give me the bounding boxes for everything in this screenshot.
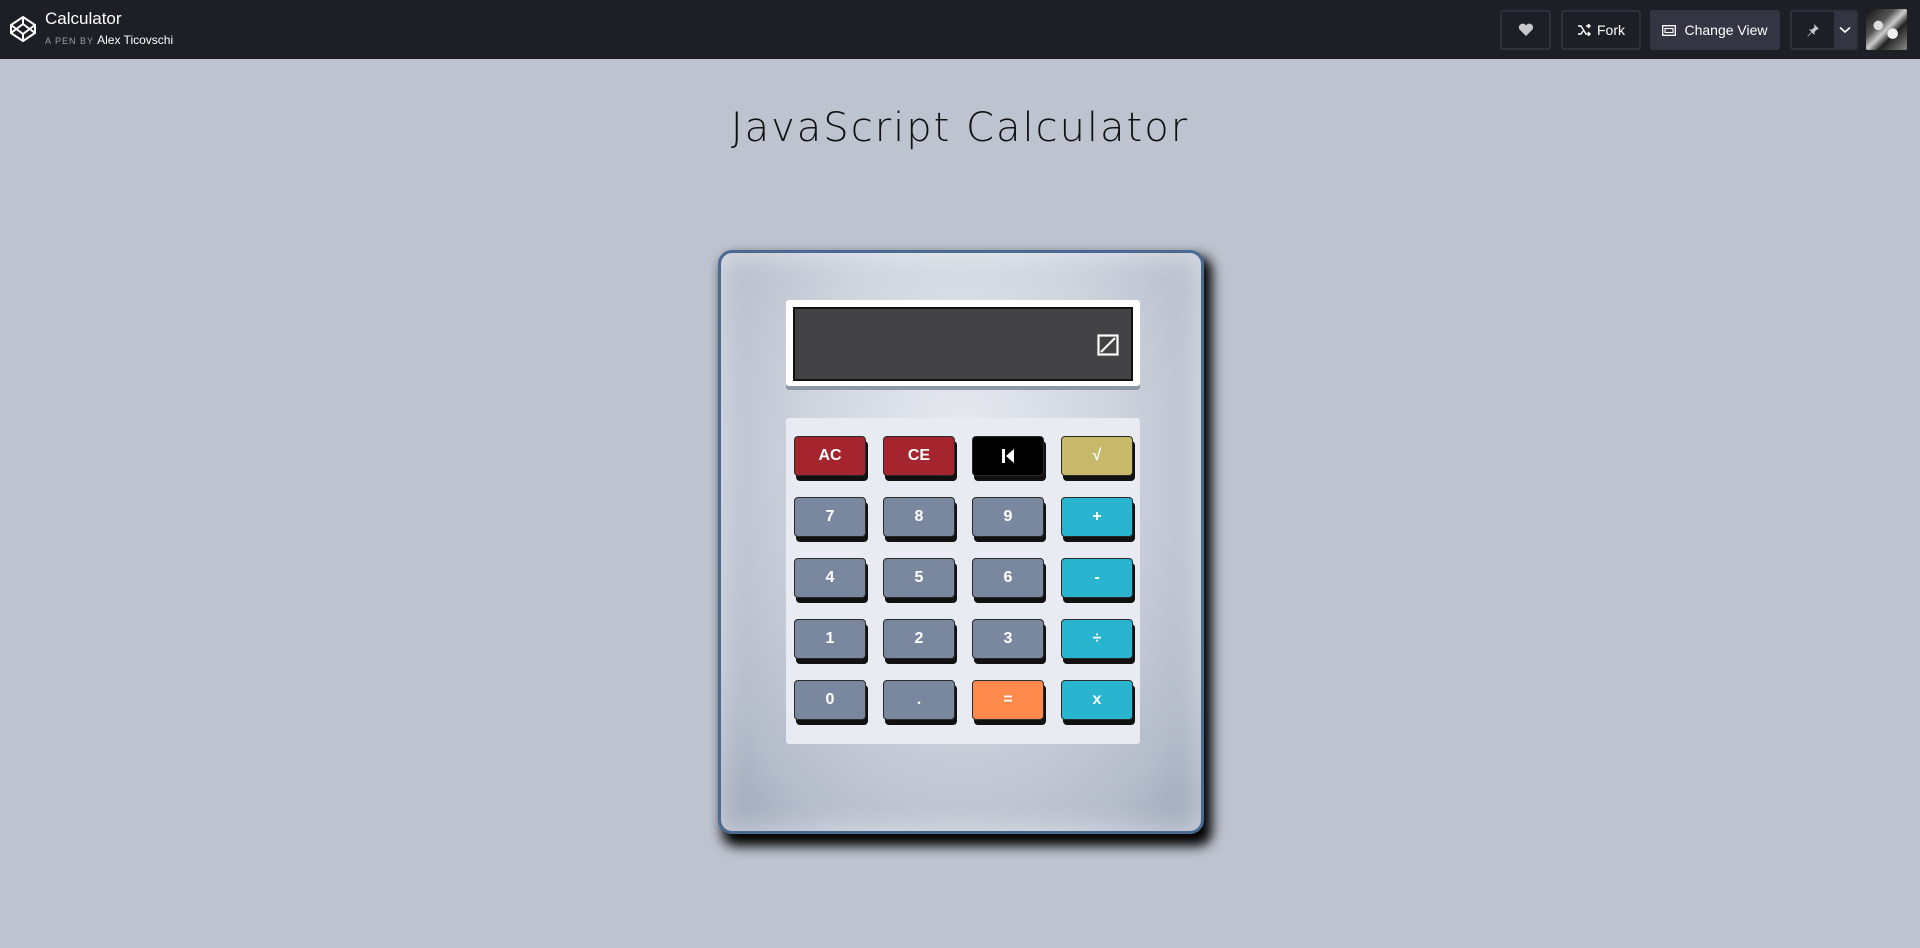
key-5[interactable]: 5 <box>883 558 955 598</box>
codepen-logo-icon[interactable] <box>8 14 38 44</box>
key-6[interactable]: 6 <box>972 558 1044 598</box>
key-4[interactable]: 4 <box>794 558 866 598</box>
key-multiply[interactable]: x <box>1061 680 1133 720</box>
key-7[interactable]: 7 <box>794 497 866 537</box>
change-view-button[interactable]: Change View <box>1650 10 1780 50</box>
key-8[interactable]: 8 <box>883 497 955 537</box>
author-link[interactable]: Alex Ticovschi <box>97 33 173 47</box>
pin-group <box>1790 10 1858 50</box>
toggle-display-icon[interactable] <box>1097 334 1119 356</box>
heart-icon <box>1518 23 1533 36</box>
byline-prefix: A PEN BY <box>45 36 95 46</box>
chevron-down-icon <box>1839 26 1851 34</box>
pen-byline: A PEN BY Alex Ticovschi <box>45 33 173 47</box>
fork-icon <box>1578 24 1591 36</box>
pen-title: Calculator <box>45 9 122 28</box>
fork-button[interactable]: Fork <box>1561 10 1641 50</box>
key-backspace[interactable] <box>972 436 1044 476</box>
key-3[interactable]: 3 <box>972 619 1044 659</box>
heart-button[interactable] <box>1500 10 1551 50</box>
key-clear-entry[interactable]: CE <box>883 436 955 476</box>
key-minus[interactable]: - <box>1061 558 1133 598</box>
pin-dropdown-button[interactable] <box>1834 12 1856 48</box>
key-divide[interactable]: ÷ <box>1061 619 1133 659</box>
pin-icon <box>1807 24 1819 37</box>
key-1[interactable]: 1 <box>794 619 866 659</box>
key-decimal[interactable]: . <box>883 680 955 720</box>
page-title: JavaScript Calculator <box>730 105 1190 151</box>
key-2[interactable]: 2 <box>883 619 955 659</box>
pin-button[interactable] <box>1792 12 1834 48</box>
backspace-icon <box>1002 449 1014 463</box>
fork-label: Fork <box>1597 22 1625 38</box>
key-0[interactable]: 0 <box>794 680 866 720</box>
change-view-label: Change View <box>1684 22 1768 38</box>
layout-icon <box>1662 24 1677 36</box>
display-frame <box>786 300 1140 390</box>
calculator: AC CE √ 7 8 9 + 4 5 6 - 1 2 3 ÷ 0 . = x <box>718 250 1204 834</box>
key-equals[interactable]: = <box>972 680 1044 720</box>
key-plus[interactable]: + <box>1061 497 1133 537</box>
keypad: AC CE √ 7 8 9 + 4 5 6 - 1 2 3 ÷ 0 . = x <box>786 418 1140 744</box>
avatar[interactable] <box>1866 9 1907 50</box>
top-bar: Calculator A PEN BY Alex Ticovschi Fork … <box>0 0 1920 59</box>
key-all-clear[interactable]: AC <box>794 436 866 476</box>
display <box>793 307 1133 381</box>
key-9[interactable]: 9 <box>972 497 1044 537</box>
key-sqrt[interactable]: √ <box>1061 436 1133 476</box>
